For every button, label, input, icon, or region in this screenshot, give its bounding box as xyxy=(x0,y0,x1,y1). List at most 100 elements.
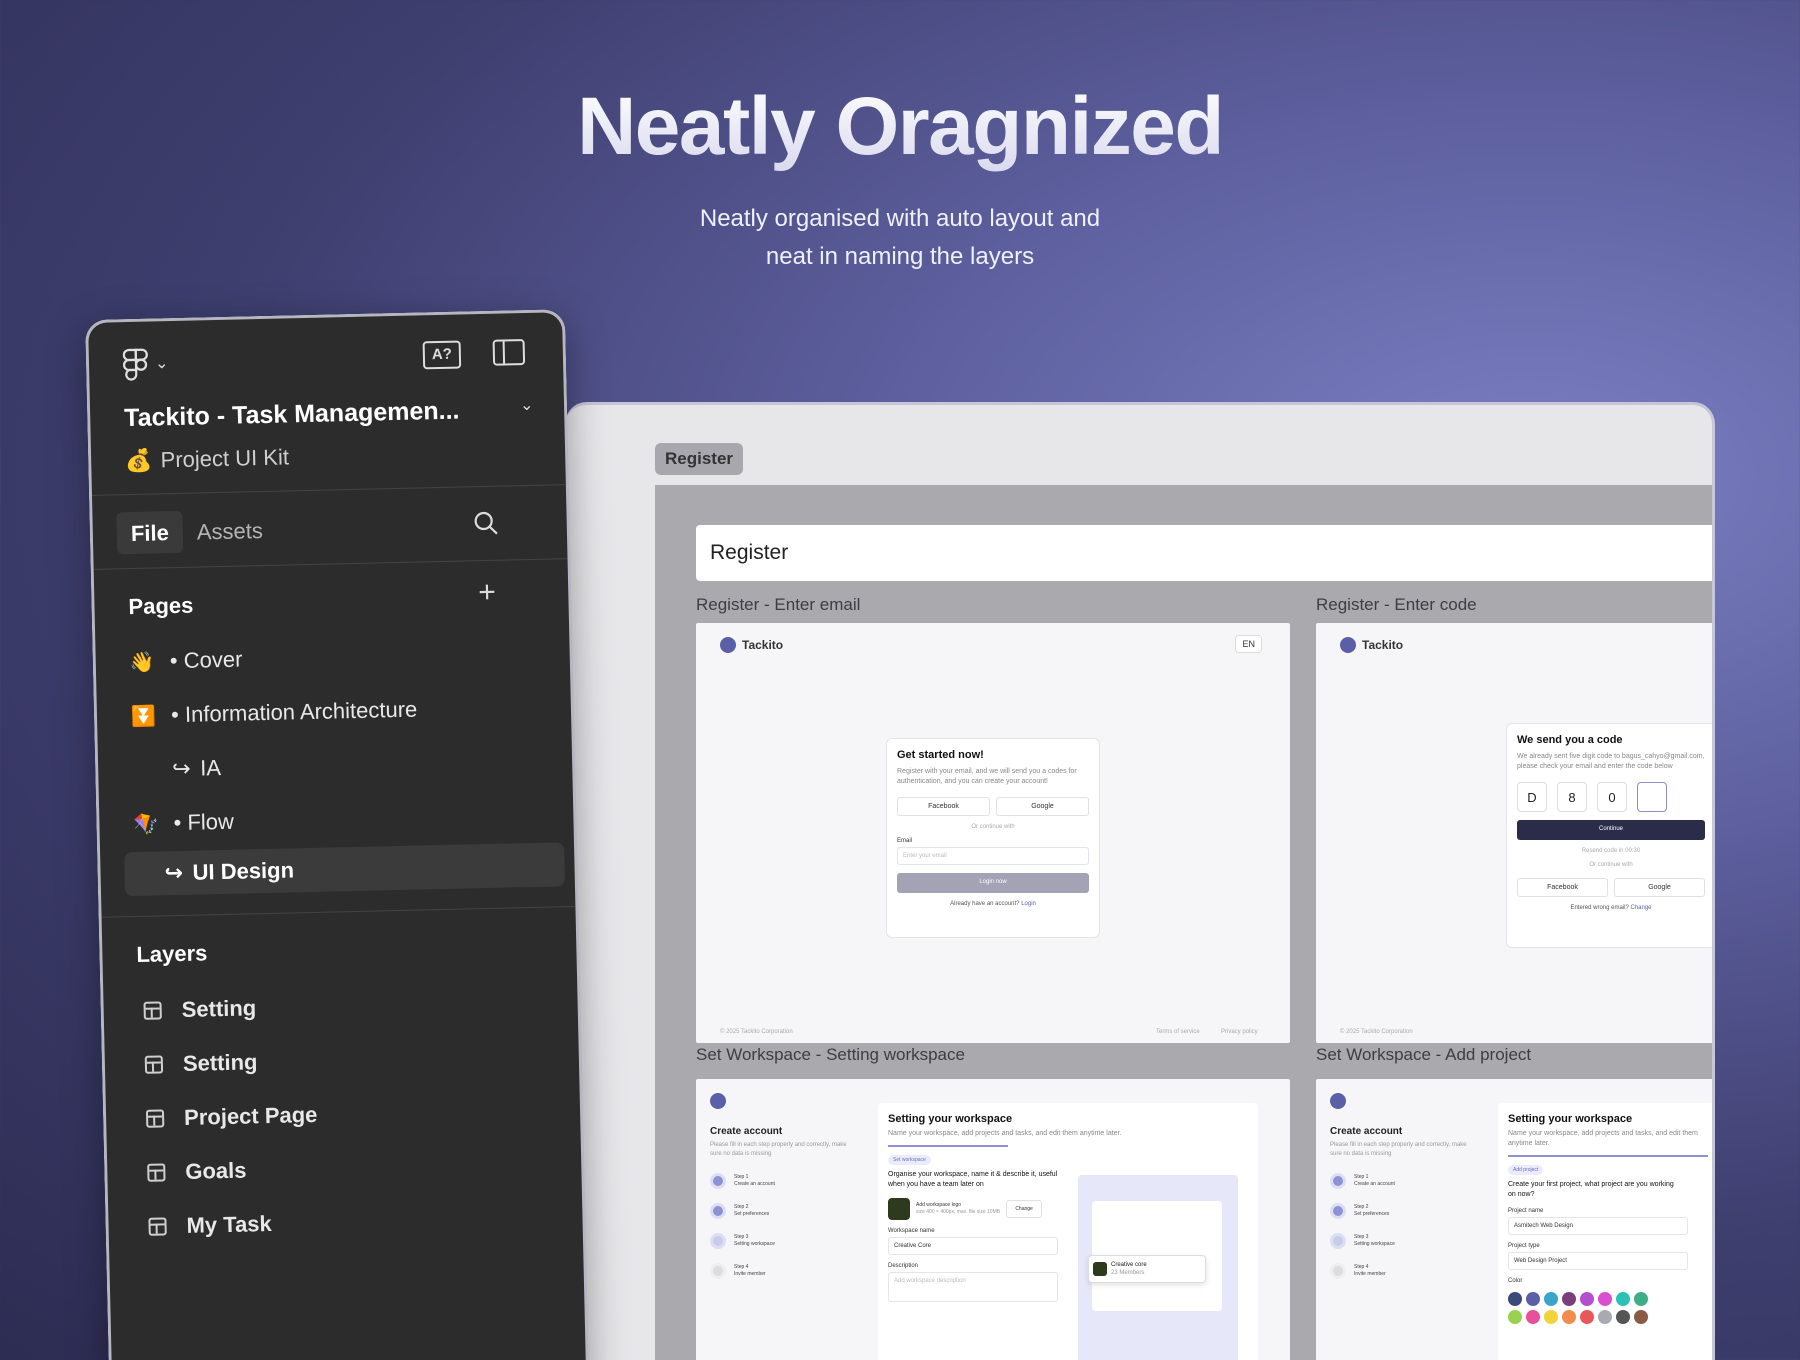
layer-label: My Task xyxy=(186,1210,273,1238)
workspace-preview: Creative core 23 Members xyxy=(1078,1175,1238,1360)
project-card-title: Setting your workspace xyxy=(1508,1113,1633,1125)
frame-tag-register[interactable]: Register xyxy=(655,443,744,475)
board-title: Register xyxy=(696,525,1712,581)
description-field[interactable]: Add workspace description xyxy=(888,1272,1058,1302)
screen-add-project[interactable]: Create account Please fill in each step … xyxy=(1316,1079,1712,1360)
figma-menu-icon[interactable] xyxy=(122,348,150,383)
color-swatch[interactable] xyxy=(1562,1310,1576,1324)
screen-enter-code[interactable]: Tackito We send you a code We already se… xyxy=(1316,623,1712,1043)
color-swatch[interactable] xyxy=(1526,1310,1540,1324)
color-swatch[interactable] xyxy=(1598,1310,1612,1324)
email-label: Email xyxy=(897,838,913,844)
step-check-icon xyxy=(710,1203,726,1219)
email-field[interactable]: Enter your email xyxy=(897,847,1089,865)
code-digit-4[interactable] xyxy=(1637,782,1667,812)
layer-label: Setting xyxy=(182,1049,258,1076)
logo-label: Add workspace logo xyxy=(916,1202,962,1208)
code-digit-3[interactable]: 0 xyxy=(1597,782,1627,812)
color-swatch[interactable] xyxy=(1598,1292,1612,1306)
chevron-down-icon[interactable]: ⌄ xyxy=(520,395,534,415)
toggle-sidebar-icon[interactable] xyxy=(492,339,526,366)
color-swatch[interactable] xyxy=(1580,1310,1594,1324)
project-name-field[interactable]: Asmitech Web Design xyxy=(1508,1217,1688,1235)
footer-terms[interactable]: Terms of service xyxy=(1156,1029,1200,1035)
page-label: Cover xyxy=(183,646,243,673)
workspace-name-field[interactable]: Creative Core xyxy=(888,1237,1058,1255)
google-button[interactable]: Google xyxy=(996,797,1089,816)
facebook-button[interactable]: Facebook xyxy=(897,797,990,816)
preview-members: 23 Members xyxy=(1111,1270,1145,1276)
screen-enter-email[interactable]: Tackito EN Get started now! Register wit… xyxy=(696,623,1290,1043)
page-item-flow[interactable]: 🪁 • Flow xyxy=(133,800,234,846)
layer-item-my-task[interactable]: My Task xyxy=(148,1211,272,1240)
have-account-text: Already have an account? Login xyxy=(897,901,1089,907)
project-subtitle[interactable]: 💰 Project UI Kit xyxy=(125,444,289,474)
steps-sidebar: Create account Please fill in each step … xyxy=(1330,1093,1470,1279)
code-digit-2[interactable]: 8 xyxy=(1557,782,1587,812)
login-now-button[interactable]: Login now xyxy=(897,873,1089,893)
hero-subtitle-line2: neat in naming the layers xyxy=(765,243,1035,270)
layer-item-setting[interactable]: Setting xyxy=(144,1049,258,1078)
step-number: Step 1 xyxy=(734,1174,749,1180)
step-item: Step 1 Create an account xyxy=(1330,1173,1470,1189)
step-item: Step 1 Create an account xyxy=(710,1173,850,1189)
step-user-icon xyxy=(1330,1263,1346,1279)
color-swatch[interactable] xyxy=(1616,1310,1630,1324)
chevron-down-icon[interactable]: ⌄ xyxy=(155,353,169,373)
step-number: Step 4 xyxy=(1354,1264,1369,1270)
color-swatch[interactable] xyxy=(1616,1292,1630,1306)
frame-icon xyxy=(148,1217,167,1236)
page-item-ui-design[interactable]: ↪ UI Design xyxy=(124,842,565,897)
translate-icon[interactable]: A? xyxy=(422,340,462,370)
section-label-enter-email: Register - Enter email xyxy=(696,595,861,614)
frame-icon xyxy=(144,1055,164,1074)
google-button[interactable]: Google xyxy=(1614,878,1705,897)
logo-hint: size 400 × 400px, max. file size 10MB xyxy=(916,1209,1001,1215)
add-page-icon[interactable]: + xyxy=(478,576,496,610)
footer-privacy[interactable]: Privacy policy xyxy=(1221,1029,1258,1035)
steps-desc: Please fill in each step properly and co… xyxy=(1330,1142,1467,1157)
continue-button[interactable]: Continue xyxy=(1517,820,1705,840)
change-email-link[interactable]: Change xyxy=(1631,905,1652,911)
code-digit-1[interactable]: D xyxy=(1517,782,1547,812)
search-icon[interactable] xyxy=(472,510,499,537)
screen-setting-workspace[interactable]: Create account Please fill in each step … xyxy=(696,1079,1290,1360)
project-title[interactable]: Tackito - Task Managemen... xyxy=(124,397,460,434)
panel-toolbar: ⌄ A? xyxy=(113,337,534,383)
progress-tab-indicator xyxy=(1508,1155,1708,1157)
color-swatch[interactable] xyxy=(1508,1310,1522,1324)
page-item-ia[interactable]: ↪ IA xyxy=(132,746,222,792)
layer-label: Project Page xyxy=(183,1101,318,1130)
color-swatch[interactable] xyxy=(1526,1292,1540,1306)
layers-heading: Layers xyxy=(136,940,208,967)
tab-file[interactable]: File xyxy=(116,510,184,555)
layer-item-project-page[interactable]: Project Page xyxy=(145,1101,318,1132)
layer-item-goals[interactable]: Goals xyxy=(147,1158,247,1186)
color-swatch[interactable] xyxy=(1634,1310,1648,1324)
step-label: Create an account xyxy=(734,1181,775,1187)
step-pill: Add project xyxy=(1508,1165,1544,1175)
workspace-prompt: Organise your workspace, name it & descr… xyxy=(888,1171,1058,1188)
color-swatch[interactable] xyxy=(1634,1292,1648,1306)
page-item-cover[interactable]: 👋 • Cover xyxy=(129,638,243,685)
color-swatch[interactable] xyxy=(1544,1292,1558,1306)
project-type-select[interactable]: Web Design Project xyxy=(1508,1252,1688,1270)
down-arrow-icon: ⏬ xyxy=(130,704,157,728)
change-logo-button[interactable]: Change xyxy=(1006,1200,1043,1218)
color-swatch[interactable] xyxy=(1508,1292,1522,1306)
tab-assets[interactable]: Assets xyxy=(197,518,264,545)
card-desc: Register with your email, and we will se… xyxy=(897,768,1077,785)
brand-name: Tackito xyxy=(742,638,784,652)
step-current-icon xyxy=(710,1233,726,1249)
layer-item-setting[interactable]: Setting xyxy=(143,995,256,1024)
color-swatch[interactable] xyxy=(1544,1310,1558,1324)
login-link[interactable]: Login xyxy=(1021,901,1036,907)
language-selector[interactable]: EN xyxy=(1235,635,1262,653)
page-item-information-architecture[interactable]: ⏬ • Information Architecture xyxy=(130,688,418,738)
or-divider: Or continue with xyxy=(1589,862,1633,868)
kite-icon: 🪁 xyxy=(133,812,159,836)
register-board: Register Register - Enter email Register… xyxy=(655,485,1712,1360)
facebook-button[interactable]: Facebook xyxy=(1517,878,1608,897)
color-swatch[interactable] xyxy=(1562,1292,1576,1306)
color-swatch[interactable] xyxy=(1580,1292,1594,1306)
